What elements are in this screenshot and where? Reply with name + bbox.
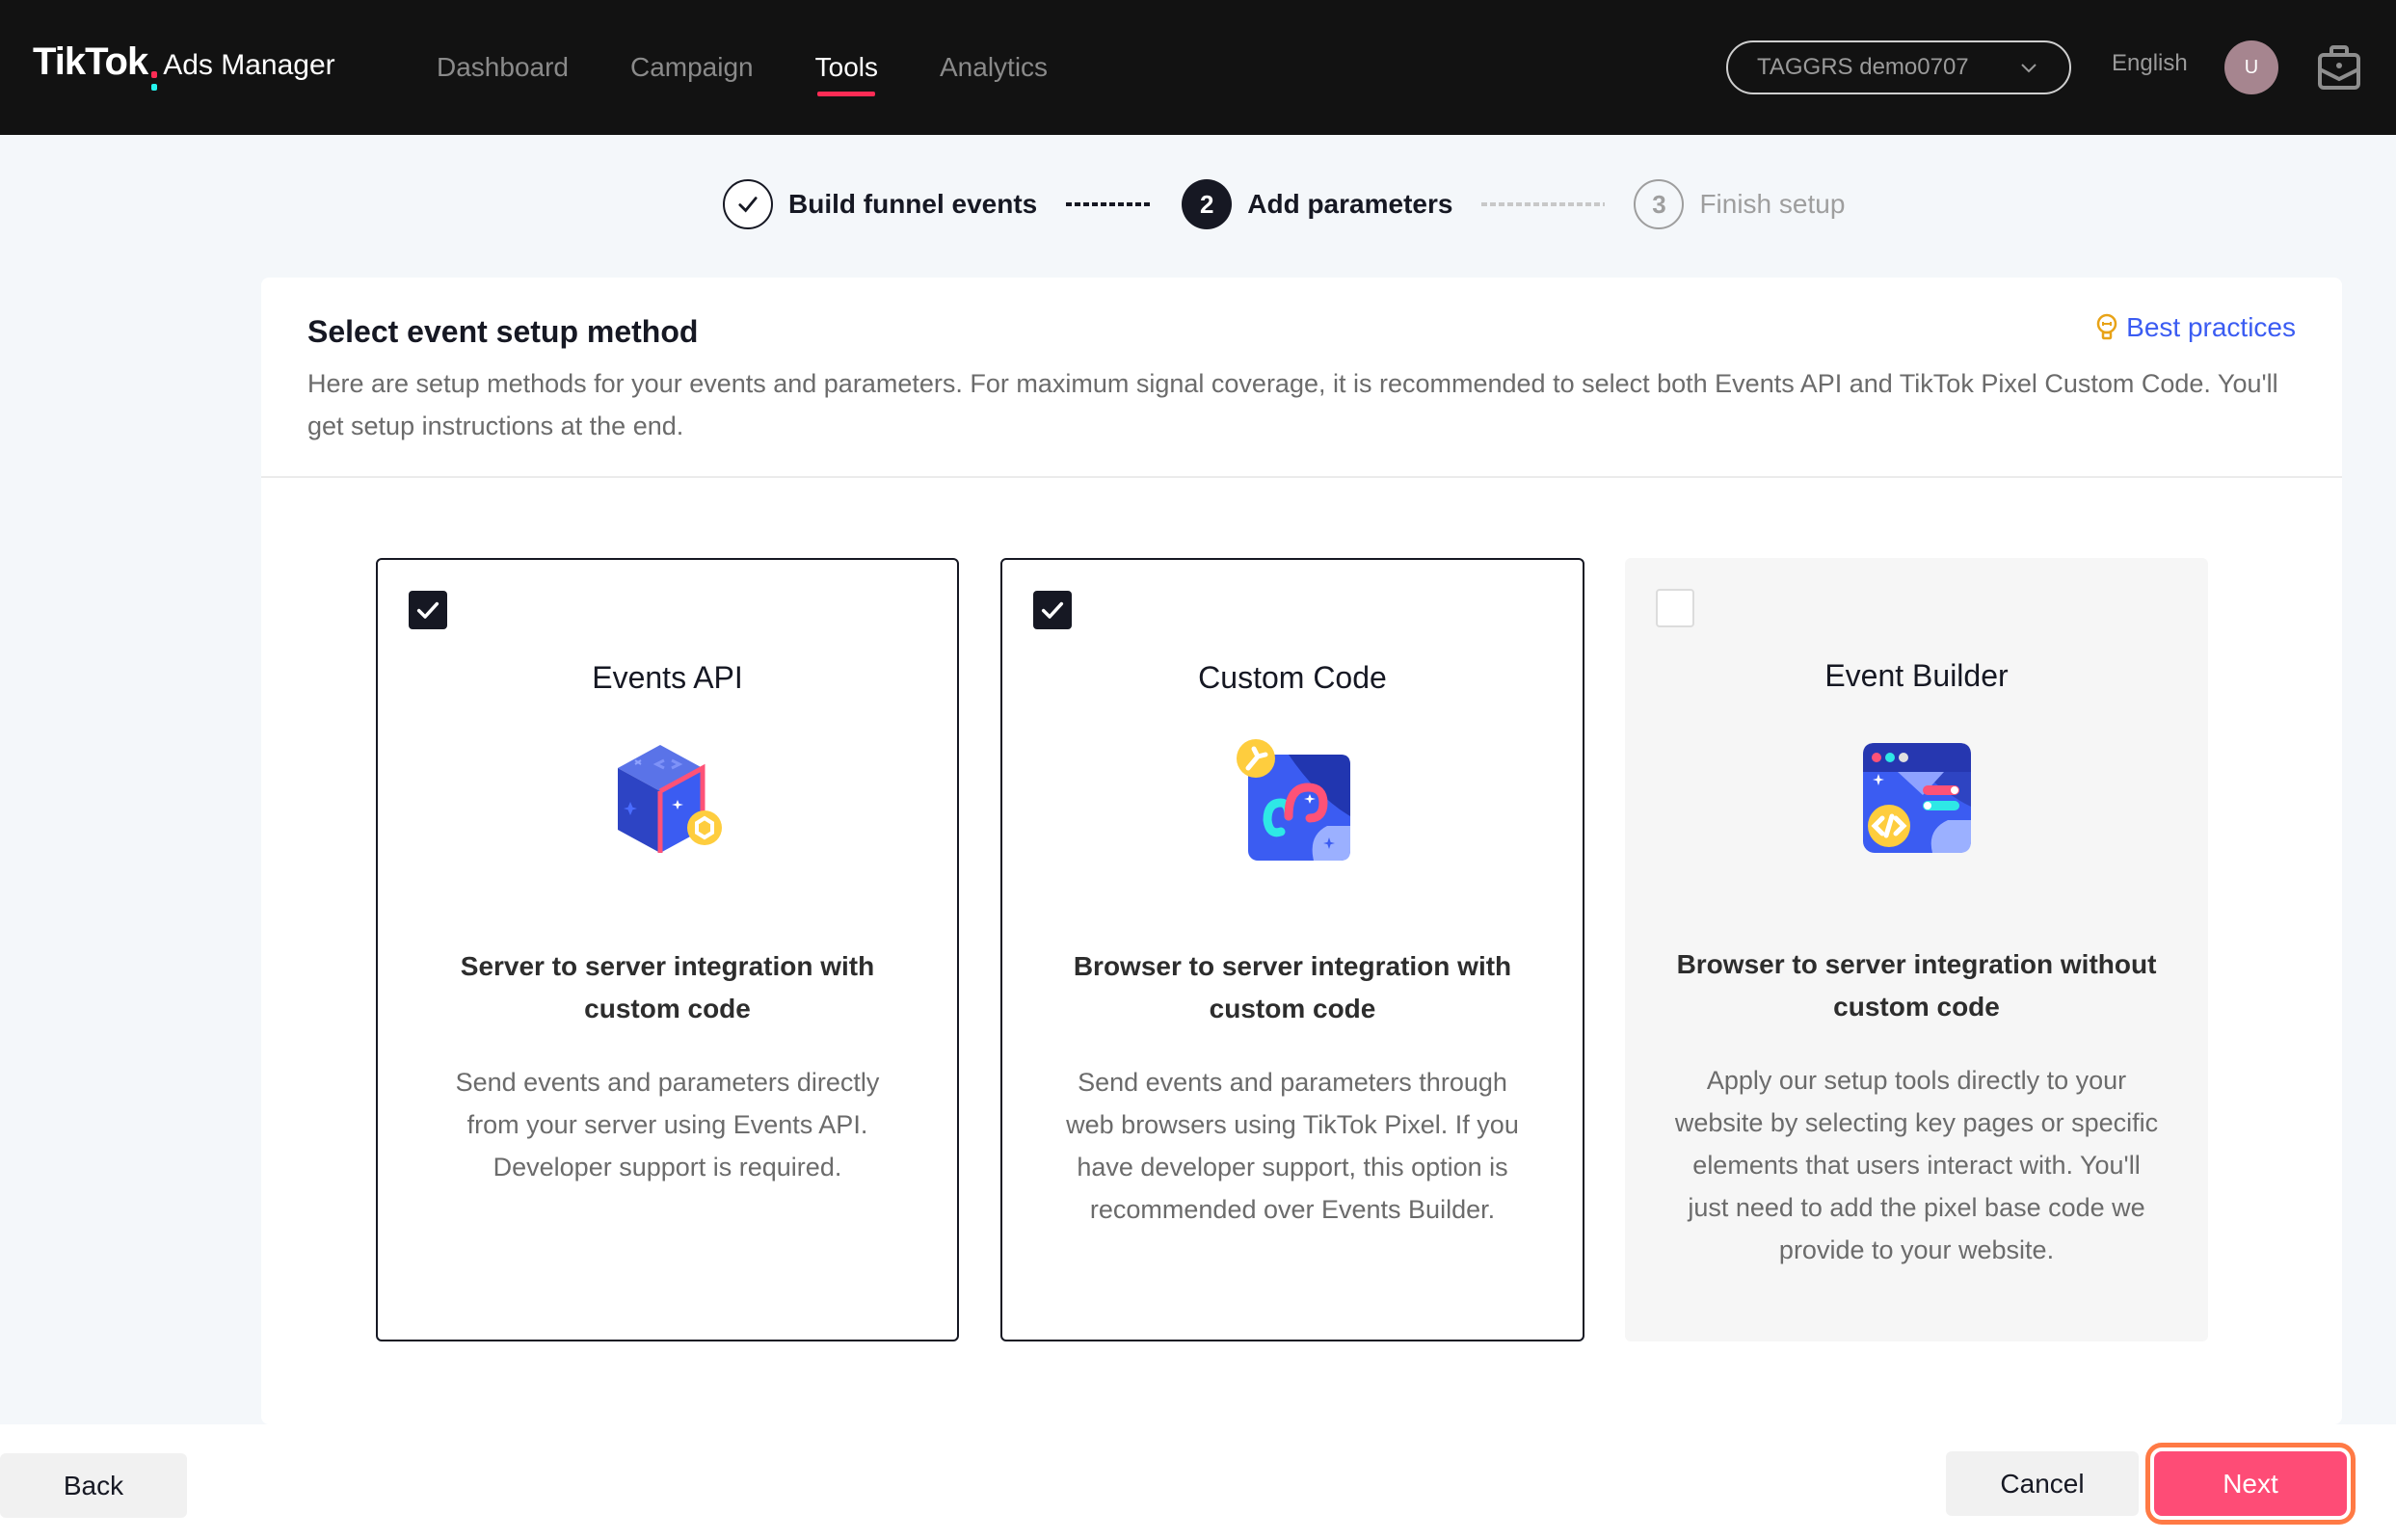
step-finish-setup: 3 Finish setup — [1634, 179, 1845, 229]
server-cube-icon — [617, 745, 722, 853]
next-button[interactable]: Next — [2145, 1443, 2356, 1525]
cancel-button[interactable]: Cancel — [1946, 1451, 2139, 1516]
chevron-down-icon — [2021, 64, 2037, 73]
nav-tools[interactable]: Tools — [815, 0, 878, 135]
option-title: Events API — [592, 660, 743, 695]
card-title: Select event setup method — [307, 314, 699, 349]
account-selector[interactable]: TAGGRS demo0707 — [1726, 40, 2071, 94]
brand-name: TikTok — [33, 40, 148, 83]
custom-code-checkbox[interactable] — [1033, 591, 1072, 629]
card-header: Select event setup method Best practices… — [261, 278, 2342, 478]
event-builder-icon — [1862, 743, 1971, 853]
step-add-parameters: 2 Add parameters — [1182, 179, 1452, 229]
check-icon — [723, 179, 773, 229]
nav-campaign[interactable]: Campaign — [630, 0, 754, 135]
tiktok-ads-manager-logo[interactable]: TikTok Ads Manager — [33, 40, 335, 91]
best-practices-link[interactable]: Best practices — [2095, 312, 2296, 343]
step-label: Add parameters — [1247, 189, 1453, 219]
step-build-funnel-events[interactable]: Build funnel events — [723, 179, 1037, 229]
setup-method-card: Select event setup method Best practices… — [261, 278, 2342, 1424]
option-events-api[interactable]: Events API Server to server integration … — [376, 558, 959, 1341]
option-title: Event Builder — [1824, 658, 2009, 693]
main-nav: Dashboard Campaign Tools Analytics — [437, 0, 1109, 135]
event-builder-checkbox[interactable] — [1656, 589, 1694, 627]
logo-colon-icon — [151, 66, 158, 95]
briefcase-icon[interactable] — [2317, 44, 2361, 91]
language-selector[interactable]: English — [2112, 50, 2188, 77]
best-practices-label: Best practices — [2126, 312, 2296, 342]
custom-code-icon — [1237, 739, 1350, 861]
option-description: Send events and parameters directly from… — [455, 1068, 880, 1182]
option-custom-code[interactable]: Custom Code Browser to server integratio… — [1000, 558, 1584, 1341]
footer-action-bar: Back Cancel Next — [0, 1424, 2396, 1540]
option-subtitle: Server to server integration with custom… — [460, 951, 875, 1023]
events-api-checkbox[interactable] — [409, 591, 447, 629]
nav-dashboard[interactable]: Dashboard — [437, 0, 569, 135]
account-name: TAGGRS demo0707 — [1757, 54, 1969, 80]
user-avatar[interactable]: U — [2224, 40, 2278, 94]
step-number: 2 — [1182, 179, 1233, 229]
checkmark-icon — [416, 601, 439, 619]
option-event-builder[interactable]: Event Builder Browser to server integrat… — [1625, 558, 2208, 1341]
lightbulb-icon — [2096, 313, 2117, 340]
option-description: Send events and parameters through web b… — [1066, 1068, 1519, 1224]
checkmark-icon — [1041, 601, 1064, 619]
nav-analytics[interactable]: Analytics — [940, 0, 1048, 135]
step-connector — [1481, 202, 1606, 206]
step-label: Build funnel events — [788, 189, 1038, 219]
option-subtitle: Browser to server integration with custo… — [1073, 951, 1512, 1023]
option-subtitle: Browser to server integration without cu… — [1676, 949, 2157, 1022]
option-description: Apply our setup tools directly to your w… — [1674, 1066, 2159, 1264]
top-nav-bar: TikTok Ads Manager Dashboard Campaign To… — [0, 0, 2396, 135]
step-connector — [1066, 202, 1154, 206]
product-name: Ads Manager — [163, 49, 335, 81]
setup-stepper: Build funnel events 2 Add parameters 3 F… — [723, 179, 1845, 229]
step-number: 3 — [1634, 179, 1685, 229]
step-label: Finish setup — [1699, 189, 1846, 219]
card-description: Here are setup methods for your events a… — [307, 369, 2278, 440]
back-button[interactable]: Back — [0, 1453, 187, 1518]
option-title: Custom Code — [1198, 660, 1387, 695]
